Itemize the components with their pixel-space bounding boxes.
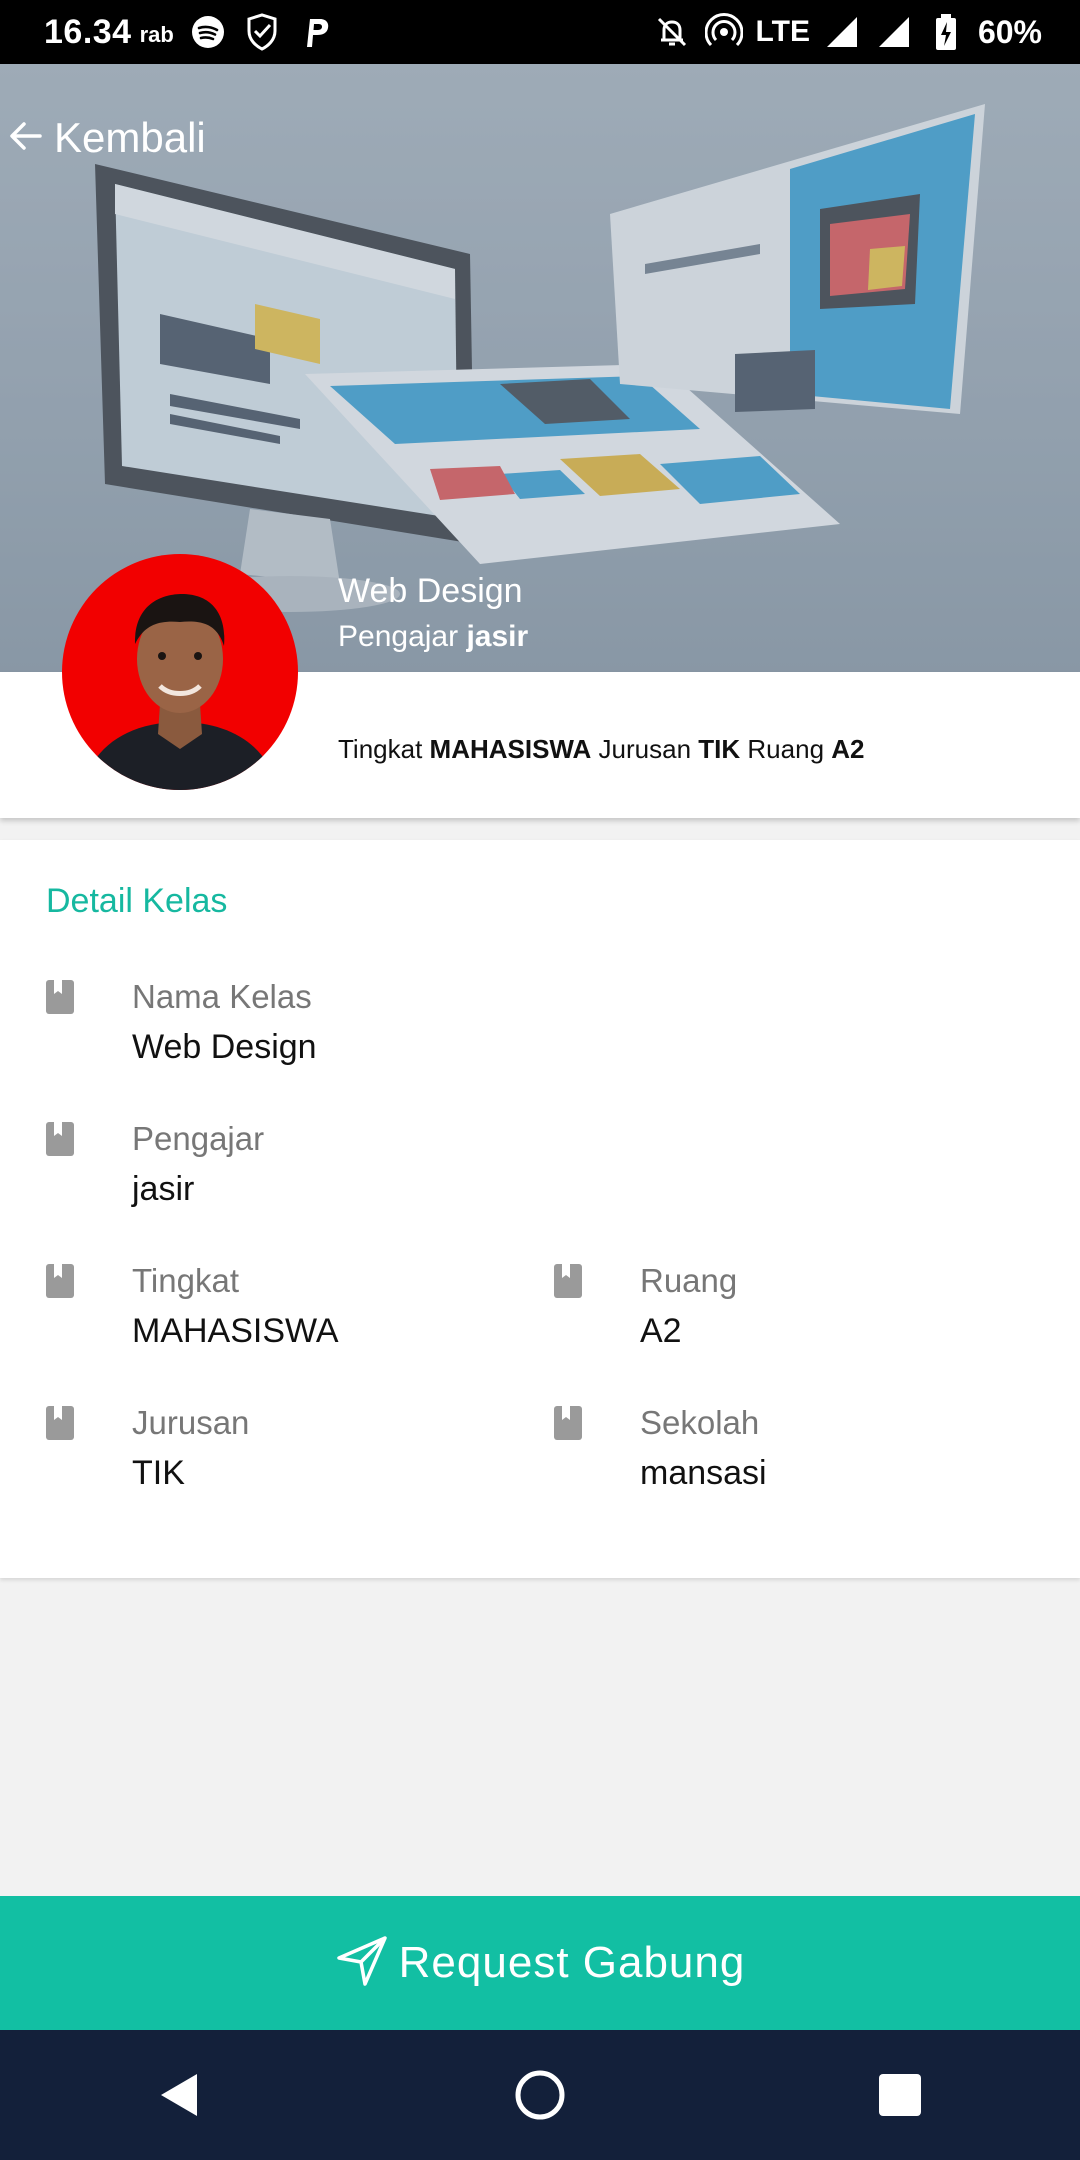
nav-recents-button[interactable] — [840, 2035, 960, 2155]
field-label: Tingkat — [132, 1262, 239, 1299]
summary-ruang-label: Ruang — [747, 734, 825, 764]
square-recents-icon — [879, 2074, 921, 2116]
p-app-icon — [296, 12, 336, 52]
spotify-icon — [188, 12, 228, 52]
status-time: 16.34 — [44, 12, 132, 51]
teacher-name: jasir — [466, 620, 529, 653]
summary-jurusan-value: TIK — [698, 734, 741, 764]
request-join-button[interactable]: Request Gabung — [0, 1896, 1080, 2030]
field-label: Sekolah — [640, 1404, 760, 1441]
bookmark-book-icon — [46, 1406, 74, 1440]
hotspot-icon — [704, 12, 744, 52]
bookmark-book-icon — [554, 1264, 582, 1298]
detail-card: Detail Kelas Nama Kelas Web Design Penga… — [0, 840, 1080, 1578]
send-arrow-icon — [335, 1934, 389, 1993]
avatar — [62, 554, 298, 790]
field-value: jasir — [132, 1170, 195, 1208]
field-value: MAHASISWA — [132, 1312, 339, 1350]
nav-home-button[interactable] — [480, 2035, 600, 2155]
summary-ruang-value: A2 — [831, 734, 865, 764]
signal-icon-2 — [874, 12, 914, 52]
status-left: 16.34 rab — [44, 0, 336, 64]
field-value: Web Design — [132, 1028, 317, 1066]
arrow-left-icon — [8, 118, 44, 159]
bookmark-book-icon — [46, 980, 74, 1014]
field-value: mansasi — [640, 1454, 767, 1492]
teacher-prefix: Pengajar — [338, 620, 459, 653]
field-label: Nama Kelas — [132, 978, 312, 1015]
request-join-label: Request Gabung — [398, 1938, 746, 1987]
back-label: Kembali — [54, 114, 206, 161]
shield-check-icon — [242, 12, 282, 52]
battery-level: 60% — [977, 13, 1042, 50]
field-value: TIK — [132, 1454, 185, 1492]
class-title: Web Design — [338, 572, 523, 610]
status-day: rab — [139, 22, 174, 47]
class-teacher: Pengajar jasir — [338, 620, 528, 654]
bookmark-book-icon — [554, 1406, 582, 1440]
detail-title: Detail Kelas — [46, 882, 228, 920]
signal-icon — [822, 12, 862, 52]
back-button[interactable]: Kembali — [8, 114, 206, 162]
circle-home-icon — [515, 2070, 565, 2120]
field-label: Ruang — [640, 1262, 738, 1299]
triangle-back-icon — [161, 2074, 197, 2116]
status-right: LTE 60% — [652, 0, 1042, 64]
summary-jurusan-label: Jurusan — [598, 734, 692, 764]
field-label: Jurusan — [132, 1404, 250, 1441]
summary-tingkat-label: Tingkat — [338, 734, 423, 764]
field-value: A2 — [640, 1312, 682, 1350]
nav-back-button[interactable] — [120, 2035, 240, 2155]
network-type: LTE — [755, 15, 810, 48]
bell-off-icon — [652, 12, 692, 52]
field-label: Pengajar — [132, 1120, 265, 1157]
battery-charging-icon — [926, 12, 966, 52]
class-summary: Tingkat MAHASISWA Jurusan TIK Ruang A2 — [338, 734, 865, 765]
status-bar: 16.34 rab LTE 60% — [0, 0, 1080, 64]
system-nav-bar — [0, 2030, 1080, 2160]
bookmark-book-icon — [46, 1264, 74, 1298]
bookmark-book-icon — [46, 1122, 74, 1156]
summary-tingkat-value: MAHASISWA — [429, 734, 592, 764]
